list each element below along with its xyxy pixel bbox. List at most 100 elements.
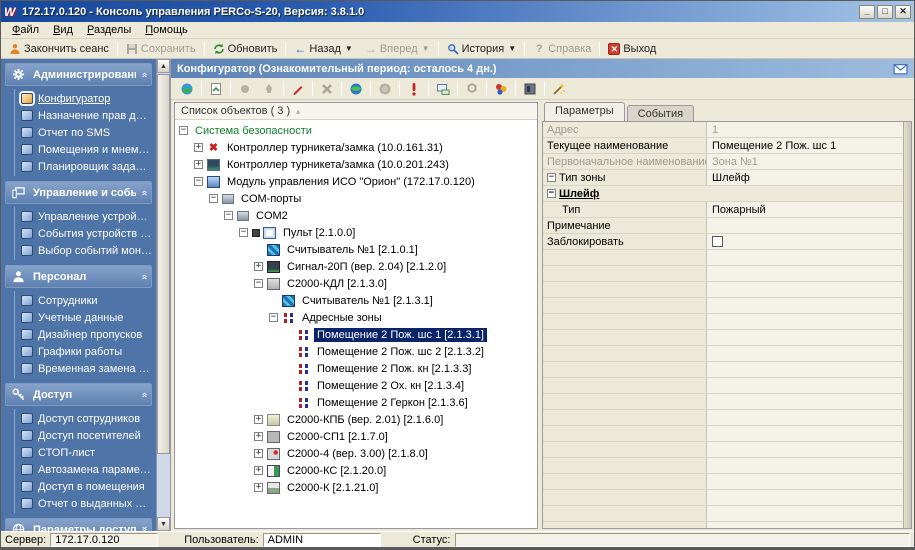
cfg-button-network[interactable] [344,79,368,98]
cfg-button-event-colors[interactable] [489,79,513,98]
tree-row[interactable]: −Считыватель №1 [2.1.0.1] [175,241,537,258]
sidebar-item-stop-list[interactable]: СТОП-лист [19,444,152,461]
expand-box-icon[interactable]: + [254,449,263,458]
expand-chevron-icon[interactable]: « [139,527,150,531]
property-grid-scrollbar[interactable] [903,122,911,528]
tree-row[interactable]: −Помещение 2 Геркон [2.1.3.6] [175,394,537,411]
dropdown-arrow-icon[interactable]: ▼ [422,44,430,53]
collapse-box-icon[interactable]: − [547,189,556,198]
menu-item-3[interactable]: Разделы [80,23,138,37]
expand-box-icon[interactable]: + [254,415,263,424]
property-value[interactable]: Помещение 2 Пож. шс 1 [707,138,911,153]
expand-box-icon[interactable]: + [194,143,203,152]
collapse-chevron-icon[interactable]: « [139,392,150,397]
tree-row[interactable]: −Модуль управления ИСО "Орион" (172.17.0… [175,173,537,190]
sidebar-item-rooms-mnemo[interactable]: Помещения и мнемосхема [19,141,152,158]
menu-item-1[interactable]: Файл [5,23,46,37]
tree-row[interactable]: −Адресные зоны [175,309,537,326]
tree-row[interactable]: −Пульт [2.1.0.0] [175,224,537,241]
close-button[interactable]: ✕ [895,5,911,19]
object-list-header[interactable]: Список объектов ( 3 ) ▲ [175,103,537,120]
sidebar-group-header-gear[interactable]: Администрирование« [5,63,152,86]
tree-row[interactable]: −COM2 [175,207,537,224]
sidebar-item-visitor-access[interactable]: Доступ посетителей [19,427,152,444]
sidebar-item-employees[interactable]: Сотрудники [19,292,152,309]
cfg-button-edit[interactable] [286,79,310,98]
expand-box-icon[interactable]: + [254,262,263,271]
toolbar-button-history-magnifier[interactable]: История▼ [441,40,523,58]
collapse-box-icon[interactable]: − [224,211,233,220]
sidebar-item-device-control[interactable]: Управление устройствами и... [19,208,152,225]
tree-row[interactable]: +Контроллер турникета/замка (10.0.201.24… [175,156,537,173]
collapse-box-icon[interactable]: − [239,228,248,237]
cfg-button-search-devices[interactable] [175,79,199,98]
collapse-chevron-icon[interactable]: « [139,72,150,77]
scrollbar-thumb[interactable] [157,74,170,454]
sidebar-group-header-person[interactable]: Персонал« [5,265,152,288]
cfg-button-wizard[interactable] [547,79,571,98]
sidebar-item-badge-designer[interactable]: Дизайнер пропусков [19,326,152,343]
dropdown-arrow-icon[interactable]: ▼ [345,44,353,53]
cfg-button-transfer[interactable] [431,79,455,98]
tree-row[interactable]: +Сигнал-20П (вер. 2.04) [2.1.2.0] [175,258,537,275]
dropdown-arrow-icon[interactable]: ▼ [508,44,516,53]
collapse-box-icon[interactable]: − [269,313,278,322]
toolbar-button-refresh[interactable]: Обновить [207,40,284,58]
sidebar-item-room-access[interactable]: Доступ в помещения [19,478,152,495]
sidebar-group-header-devices[interactable]: Управление и события« [5,181,152,204]
cfg-button-verify[interactable] [402,79,426,98]
sidebar-item-konfigurator[interactable]: Конфигуратор [19,90,152,107]
sidebar-item-access-rights[interactable]: Назначение прав доступа о... [19,107,152,124]
tree-row[interactable]: +С2000-К [2.1.21.0] [175,479,537,496]
tree-row[interactable]: −Помещение 2 Пож. шс 1 [2.1.3.1] [175,326,537,343]
menu-item-2[interactable]: Вид [46,23,80,37]
collapse-box-icon[interactable]: − [179,126,188,135]
property-value[interactable] [707,234,911,249]
sidebar-item-device-events[interactable]: События устройств и дейст... [19,225,152,242]
collapse-box-icon[interactable]: − [547,173,556,182]
collapse-box-icon[interactable]: − [194,177,203,186]
collapse-chevron-icon[interactable]: « [139,190,150,195]
sidebar-item-account-data[interactable]: Учетные данные [19,309,152,326]
property-value[interactable] [707,218,911,233]
cfg-button-panel-view[interactable] [518,79,542,98]
tree-row[interactable]: +С2000-4 (вер. 3.00) [2.1.8.0] [175,445,537,462]
tree-row[interactable]: +С2000-КС [2.1.20.0] [175,462,537,479]
menu-item-4[interactable]: Помощь [138,23,195,37]
sidebar-group-header-key[interactable]: Доступ« [5,383,152,406]
expand-box-icon[interactable]: + [194,160,203,169]
mail-flag-icon[interactable] [893,63,908,75]
sidebar-item-work-schedules[interactable]: Графики работы [19,343,152,360]
collapse-chevron-icon[interactable]: « [139,274,150,279]
expand-box-icon[interactable]: + [254,483,263,492]
sidebar-item-issued-id-report[interactable]: Отчет о выданных идентиф... [19,495,152,512]
sidebar-scrollbar[interactable]: ▲ ▼ [156,59,170,531]
cfg-button-station-config[interactable] [204,79,228,98]
tree-row[interactable]: −С2000-КДЛ [2.1.3.0] [175,275,537,292]
checkbox-unchecked-icon[interactable] [712,236,723,247]
sidebar-item-auto-replace-params[interactable]: Автозамена параметров до... [19,461,152,478]
expand-box-icon[interactable]: + [254,466,263,475]
tab-events[interactable]: События [627,105,694,121]
collapse-box-icon[interactable]: − [254,279,263,288]
scroll-down-icon[interactable]: ▼ [157,517,170,531]
tree-row[interactable]: −COM-порты [175,190,537,207]
tree-row[interactable]: −Помещение 2 Пож. кн [2.1.3.3] [175,360,537,377]
scroll-up-icon[interactable]: ▲ [157,59,170,73]
tree-row[interactable]: −Система безопасности [175,122,537,139]
maximize-button[interactable]: □ [877,5,893,19]
sidebar-item-temp-account-replace[interactable]: Временная замена учетных ... [19,360,152,377]
sidebar-item-event-monitor-select[interactable]: Выбор событий мониторинга [19,242,152,259]
property-value[interactable]: Шлейф [707,170,911,185]
property-value[interactable]: Пожарный [707,202,911,217]
tree-row[interactable]: −Считыватель №1 [2.1.3.1] [175,292,537,309]
toolbar-button-back-arrow[interactable]: ←Назад▼ [288,40,358,58]
tree-row[interactable]: +✖Контроллер турникета/замка (10.0.161.3… [175,139,537,156]
tree-row[interactable]: −Помещение 2 Ох. кн [2.1.3.4] [175,377,537,394]
sidebar-item-task-scheduler[interactable]: Планировщик заданий [19,158,152,175]
sidebar-item-sms-report[interactable]: Отчет по SMS [19,124,152,141]
expand-box-icon[interactable]: + [254,432,263,441]
tree-row[interactable]: −Помещение 2 Пож. шс 2 [2.1.3.2] [175,343,537,360]
minimize-button[interactable]: _ [859,5,875,19]
collapse-box-icon[interactable]: − [209,194,218,203]
